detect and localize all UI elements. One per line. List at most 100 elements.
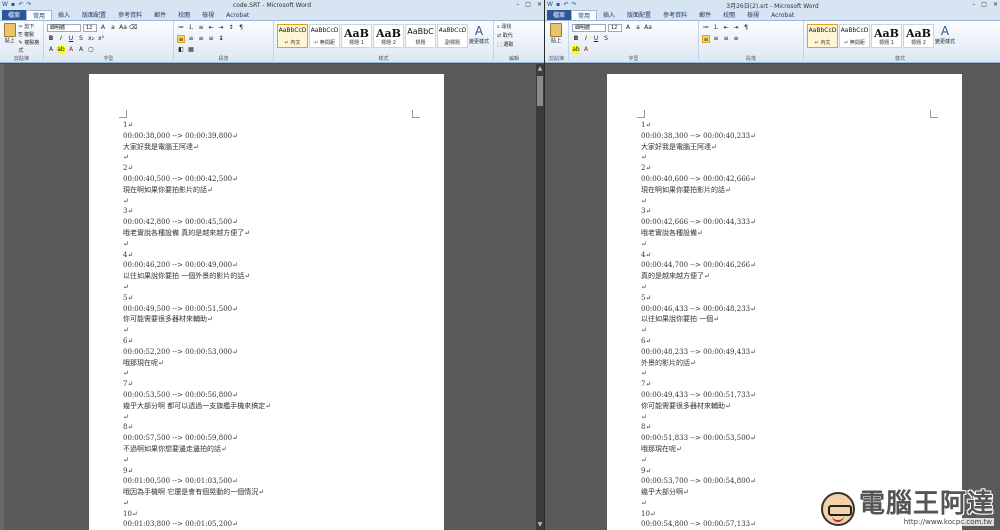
highlight-icon[interactable]: ab — [572, 46, 580, 54]
style-title[interactable]: AaBbC 標題 — [405, 24, 436, 48]
style-normal[interactable]: AaBbCcD ↵ 內文 — [277, 24, 308, 48]
text-line[interactable]: 以往如果說你要拍 一個外景的影片的話↵ — [123, 271, 434, 282]
text-line[interactable]: 哦老實說各種設備 真的是越來越方便了↵ — [123, 228, 434, 239]
maximize-icon[interactable]: □ — [525, 0, 531, 10]
show-marks-icon[interactable]: ¶ — [237, 24, 245, 32]
text-line[interactable]: 大家好我是電腦王阿達↵ — [123, 142, 434, 153]
tab-file[interactable]: 檔案 — [2, 10, 27, 20]
show-marks-icon[interactable]: ¶ — [742, 24, 750, 32]
grow-font-icon[interactable]: A — [624, 24, 632, 32]
select-button[interactable]: ⬚ 選取 — [497, 41, 531, 50]
text-line[interactable]: 00:00:46,433 --> 00:00:48,233↵ — [641, 304, 952, 315]
text-line[interactable]: 5↵ — [641, 293, 952, 304]
text-line[interactable]: 00:00:40,500 --> 00:00:42,500↵ — [123, 174, 434, 185]
text-line[interactable]: 00:00:49,500 --> 00:00:51,500↵ — [123, 304, 434, 315]
text-line[interactable]: 3↵ — [123, 206, 434, 217]
text-line[interactable]: 00:00:38,300 --> 00:00:40,233↵ — [641, 131, 952, 142]
numbering-icon[interactable]: ⒈ — [712, 24, 720, 32]
text-line[interactable]: 00:00:46,200 --> 00:00:49,000↵ — [123, 260, 434, 271]
text-line[interactable]: 00:01:03,800 --> 00:01:05,200↵ — [123, 519, 434, 530]
text-line[interactable]: 1↵ — [641, 120, 952, 131]
increase-indent-icon[interactable]: ⇥ — [217, 24, 225, 32]
text-line[interactable]: 10↵ — [123, 509, 434, 520]
strikethrough-icon[interactable]: S — [602, 35, 610, 43]
shrink-font-icon[interactable]: a — [109, 24, 117, 32]
text-line[interactable]: 1↵ — [123, 120, 434, 131]
document-text[interactable]: 1↵ 00:00:38,000 --> 00:00:39,800↵ 大家好我是電腦王… — [123, 120, 434, 530]
minimize-icon[interactable]: – — [516, 0, 519, 10]
text-line[interactable]: ↵ — [123, 152, 434, 163]
tab-mailings[interactable]: 郵件 — [148, 10, 172, 20]
change-case-icon[interactable]: Aa — [119, 24, 127, 32]
maximize-icon[interactable]: □ — [981, 0, 987, 10]
tab-insert[interactable]: 插入 — [597, 10, 621, 20]
text-line[interactable]: 5↵ — [123, 293, 434, 304]
increase-indent-icon[interactable]: ⇥ — [732, 24, 740, 32]
paste-button[interactable]: 貼上 — [3, 23, 16, 45]
tab-page-layout[interactable]: 版面配置 — [76, 10, 112, 20]
text-line[interactable]: 真的是越來越方便了↵ — [641, 271, 952, 282]
text-line[interactable]: 8↵ — [641, 422, 952, 433]
decrease-indent-icon[interactable]: ⇤ — [722, 24, 730, 32]
text-line[interactable]: 大家好我是電腦王阿達↵ — [641, 142, 952, 153]
text-line[interactable]: ↵ — [641, 196, 952, 207]
italic-icon[interactable]: I — [582, 35, 590, 43]
text-line[interactable]: 4↵ — [641, 250, 952, 261]
text-line[interactable]: 00:00:49,433 --> 00:00:51,733↵ — [641, 390, 952, 401]
document-page[interactable]: 1↵ 00:00:38,300 --> 00:00:40,233↵ 大家好我是電腦王… — [607, 74, 962, 530]
copy-button[interactable]: ⎘ 複製 — [18, 31, 40, 39]
tab-review[interactable]: 校閱 — [172, 10, 196, 20]
format-painter-button[interactable]: ✎ 複製格式 — [18, 39, 40, 55]
font-color-icon[interactable]: A — [67, 46, 75, 54]
tab-acrobat[interactable]: Acrobat — [765, 10, 800, 20]
text-line[interactable]: 00:00:53,700 --> 00:00:54,800↵ — [641, 476, 952, 487]
text-line[interactable]: ↵ — [123, 325, 434, 336]
text-line[interactable]: ↵ — [123, 455, 434, 466]
text-line[interactable]: ↵ — [123, 368, 434, 379]
tab-acrobat[interactable]: Acrobat — [220, 10, 255, 20]
text-line[interactable]: 9↵ — [641, 466, 952, 477]
style-heading-2[interactable]: AaB 標題 2 — [373, 24, 404, 48]
text-line[interactable]: 00:01:00,500 --> 00:01:03,500↵ — [123, 476, 434, 487]
text-line[interactable]: 7↵ — [641, 379, 952, 390]
style-subtitle[interactable]: AaBbCcD 副標題 — [437, 24, 468, 48]
text-line[interactable]: 哦老實說各種設備↵ — [641, 228, 952, 239]
find-button[interactable]: ⌕ 尋找 — [497, 23, 531, 32]
tab-page-layout[interactable]: 版面配置 — [621, 10, 657, 20]
text-line[interactable]: 現在啊如果你要拍影片的話↵ — [641, 185, 952, 196]
text-line[interactable]: ↵ — [123, 498, 434, 509]
tab-home[interactable]: 常用 — [26, 10, 53, 20]
bold-icon[interactable]: B — [572, 35, 580, 43]
borders-icon[interactable]: ▦ — [187, 46, 195, 54]
align-left-icon[interactable]: ≡ — [702, 35, 710, 43]
text-line[interactable]: 哦那現在呢↵ — [641, 444, 952, 455]
redo-icon[interactable]: ↷ — [571, 2, 577, 8]
change-styles-button[interactable]: A 變更樣式 — [935, 24, 955, 56]
shading-icon[interactable]: ◧ — [177, 46, 185, 54]
document-text[interactable]: 1↵ 00:00:38,300 --> 00:00:40,233↵ 大家好我是電腦王… — [641, 120, 952, 530]
tab-view[interactable]: 檢視 — [196, 10, 220, 20]
text-line[interactable]: ↵ — [641, 455, 952, 466]
save-icon[interactable]: ▪ — [10, 2, 16, 8]
redo-icon[interactable]: ↷ — [26, 2, 32, 8]
change-case-icon[interactable]: Aa — [644, 24, 652, 32]
document-page[interactable]: 1↵ 00:00:38,000 --> 00:00:39,800↵ 大家好我是電腦王… — [89, 74, 444, 530]
text-line[interactable]: ↵ — [123, 412, 434, 423]
text-line[interactable]: 現在啊如果你要拍影片的話↵ — [123, 185, 434, 196]
text-line[interactable]: ↵ — [123, 239, 434, 250]
text-line[interactable]: 6↵ — [641, 336, 952, 347]
text-line[interactable]: 00:00:48,233 --> 00:00:49,433↵ — [641, 347, 952, 358]
tab-references[interactable]: 參考資料 — [657, 10, 693, 20]
align-center-icon[interactable]: ≡ — [187, 35, 195, 43]
text-line[interactable]: ↵ — [641, 325, 952, 336]
tab-mailings[interactable]: 郵件 — [693, 10, 717, 20]
align-left-icon[interactable]: ≡ — [177, 35, 185, 43]
clear-format-icon[interactable]: ⌫ — [129, 24, 137, 32]
style-no-spacing[interactable]: AaBbCcD ↵ 無間距 — [839, 24, 870, 48]
change-styles-button[interactable]: A 變更樣式 — [469, 24, 489, 56]
sort-icon[interactable]: ↕ — [227, 24, 235, 32]
cut-button[interactable]: ✂ 剪下 — [18, 23, 40, 31]
text-line[interactable]: 你可能需要很多器材來輔助↵ — [123, 314, 434, 325]
scroll-down-icon[interactable]: ▼ — [537, 521, 543, 529]
text-line[interactable]: 以往如果說你要拍 一個↵ — [641, 314, 952, 325]
